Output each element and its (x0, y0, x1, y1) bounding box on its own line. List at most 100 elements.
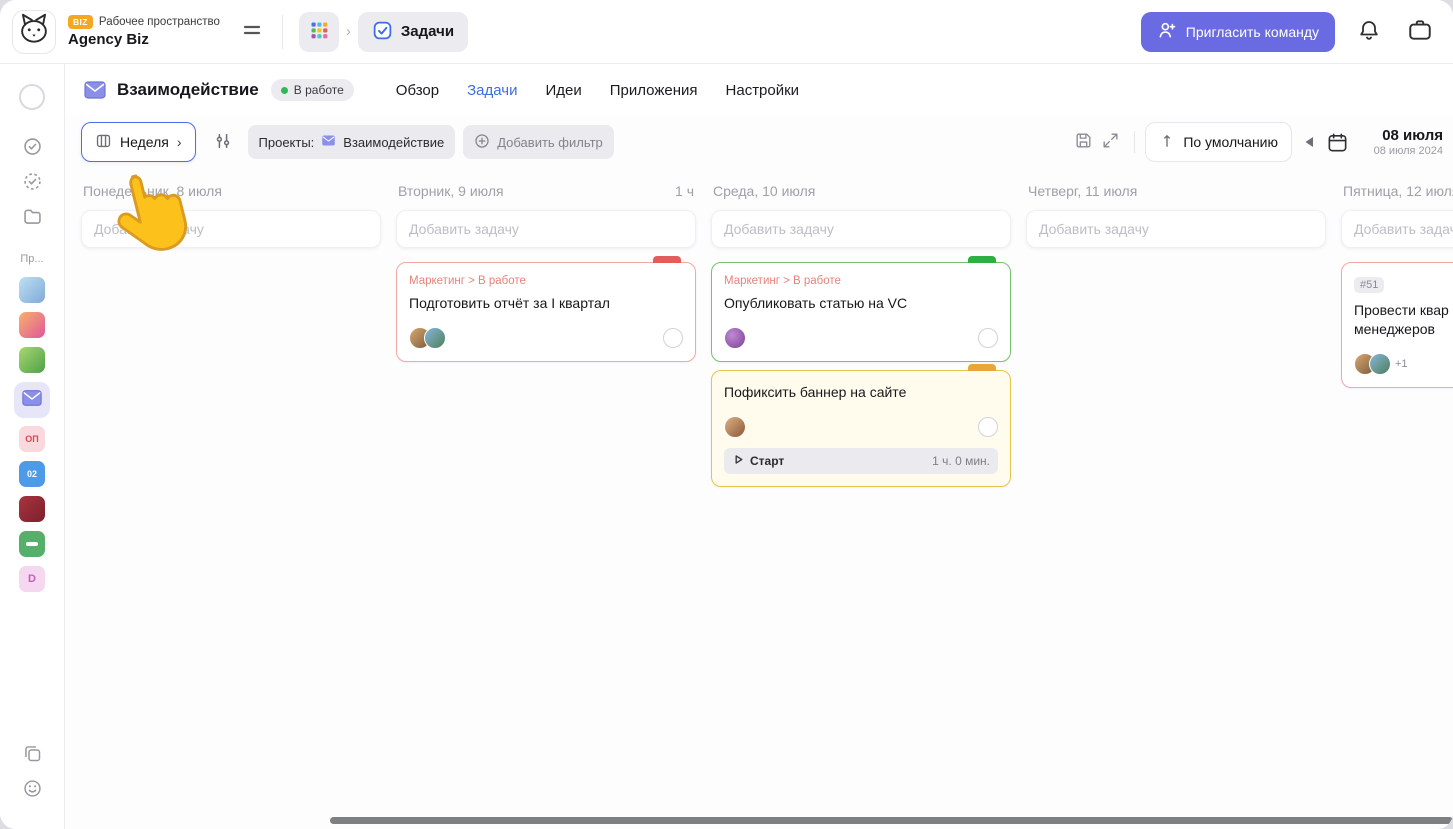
sort-button[interactable]: По умолчанию (1145, 122, 1292, 162)
column-thursday: Четверг, 11 июля (1026, 180, 1326, 829)
status-label: В работе (293, 83, 344, 97)
tasks-nav-button[interactable]: Задачи (357, 11, 469, 52)
task-card-article[interactable]: Маркетинг > В работе Опубликовать статью… (711, 256, 1011, 362)
fullscreen-button[interactable] (1097, 127, 1124, 157)
complete-checkbox[interactable] (663, 327, 683, 348)
complete-checkbox[interactable] (978, 327, 998, 348)
topbar-right: Пригласить команду (1140, 11, 1437, 52)
horizontal-scrollbar[interactable] (330, 817, 1453, 824)
workspace-folder-button[interactable] (1403, 13, 1437, 50)
app-logo[interactable] (12, 9, 56, 54)
sidebar-project-02[interactable]: 02 (19, 461, 45, 487)
project-status-badge[interactable]: В работе (270, 79, 354, 101)
calendar-icon[interactable] (1326, 131, 1349, 154)
avatar (1369, 352, 1391, 375)
task-title-line1: Провести квар (1354, 302, 1449, 318)
check-square-icon (372, 20, 393, 44)
status-dot (280, 86, 288, 94)
workspace-label: Рабочее пространство (98, 16, 220, 28)
project-title: Взаимодействие (117, 80, 259, 99)
prev-period-arrow[interactable] (1304, 136, 1314, 148)
view-mode-button[interactable]: Неделя › (81, 122, 196, 162)
projects-filter-label: Проекты: (258, 134, 315, 150)
task-title: Провести квар менеджеров (1354, 301, 1453, 339)
bell-icon (1357, 18, 1381, 45)
collapse-menu-button[interactable] (238, 16, 266, 47)
column-title: Четверг, 11 июля (1028, 183, 1138, 199)
add-filter-chip[interactable]: Добавить фильтр (463, 125, 614, 159)
sidebar-project-rocket[interactable] (19, 312, 45, 338)
divider (281, 14, 283, 49)
column-title: Понедельник, 8 июля (83, 183, 222, 199)
sidebar-project-op[interactable]: ОП (19, 426, 45, 452)
task-card-report[interactable]: Маркетинг > В работе Подготовить отчёт з… (396, 256, 696, 362)
my-tasks-icon[interactable] (22, 136, 43, 157)
projects-folder-icon[interactable] (22, 206, 43, 227)
column-title: Вторник, 9 июля (398, 183, 504, 199)
sort-label: По умолчанию (1183, 134, 1278, 150)
filter-sliders-button[interactable] (210, 128, 236, 157)
add-filter-label: Добавить фильтр (497, 134, 603, 150)
column-monday: Понедельник, 8 июля (81, 180, 381, 829)
tab-tasks[interactable]: Задачи (467, 82, 517, 99)
avatar (724, 415, 746, 438)
task-title: Пофиксить баннер на сайте (724, 383, 907, 400)
play-icon (732, 453, 745, 469)
assignee-avatars (724, 415, 746, 438)
sidebar-project-communication-active[interactable] (14, 382, 50, 418)
copy-icon[interactable] (22, 743, 43, 764)
task-id-badge: #51 (1354, 277, 1385, 293)
column-wednesday: Среда, 10 июля Маркетинг > В работе Опуб… (711, 180, 1011, 829)
tab-apps[interactable]: Приложения (610, 82, 698, 99)
task-card-banner[interactable]: Пофиксить баннер на сайте Старт 1 ч. 0 м… (711, 363, 1011, 487)
sidebar-circle-button[interactable] (19, 84, 45, 110)
envelope-icon (321, 133, 336, 151)
expand-icon (1101, 131, 1120, 153)
column-friday: Пятница, 12 июля #51 Провести квар менед… (1341, 180, 1453, 829)
projects-filter-chip[interactable]: Проекты: Взаимодействие (247, 125, 456, 159)
apps-grid-button[interactable] (298, 11, 339, 52)
invite-team-button[interactable]: Пригласить команду (1140, 11, 1335, 52)
topbar: BIZ Рабочее пространство Agency Biz › За… (0, 0, 1453, 64)
task-card-quarter[interactable]: #51 Провести квар менеджеров +1 (1341, 262, 1453, 388)
sidebar-project-d[interactable]: D (19, 566, 45, 592)
tab-settings[interactable]: Настройки (726, 82, 800, 99)
save-view-button[interactable] (1070, 127, 1097, 157)
task-breadcrumb[interactable]: Маркетинг > В работе (409, 275, 683, 287)
divider (1134, 131, 1136, 153)
column-title: Пятница, 12 июля (1343, 183, 1453, 199)
project-tabs: Обзор Задачи Идеи Приложения Настройки (396, 82, 799, 99)
add-task-input[interactable] (711, 210, 1011, 248)
assignee-avatars (724, 326, 746, 349)
workspace-name: Agency Biz (68, 31, 149, 48)
date-display[interactable]: 08 июля 08 июля 2024 (1357, 127, 1443, 157)
completed-tasks-icon[interactable] (22, 171, 43, 192)
add-task-input[interactable] (396, 210, 696, 248)
timer-bar[interactable]: Старт 1 ч. 0 мин. (724, 447, 998, 474)
task-breadcrumb[interactable]: Маркетинг > В работе (724, 275, 998, 287)
sidebar-project-darkred[interactable] (19, 496, 45, 522)
workspace-switcher[interactable]: BIZ Рабочее пространство Agency Biz (68, 15, 220, 48)
add-task-input[interactable] (81, 210, 381, 248)
date-sub-label: 08 июля 2024 (1373, 145, 1443, 157)
project-envelope-icon (83, 78, 107, 102)
add-task-input[interactable] (1026, 210, 1326, 248)
notifications-button[interactable] (1353, 14, 1385, 49)
sidebar-project-team[interactable] (19, 277, 45, 303)
date-label: 08 июля (1382, 127, 1443, 144)
avatar (424, 326, 446, 349)
sidebar-project-green[interactable] (19, 347, 45, 373)
complete-checkbox[interactable] (978, 416, 998, 437)
support-icon[interactable] (22, 778, 43, 799)
column-tuesday: Вторник, 9 июля 1 ч Маркетинг > В работе… (396, 180, 696, 829)
chevron-right-icon: › (176, 134, 182, 150)
briefcase-icon (1407, 17, 1433, 46)
timer-start-label: Старт (750, 453, 785, 468)
add-task-input[interactable] (1341, 210, 1453, 248)
tab-ideas[interactable]: Идеи (545, 82, 581, 99)
priority-tag-orange (968, 363, 996, 371)
assignee-avatars (409, 326, 446, 349)
tab-overview[interactable]: Обзор (396, 82, 439, 99)
view-mode-label: Неделя (120, 134, 169, 150)
sidebar-project-greendash[interactable] (19, 531, 45, 557)
